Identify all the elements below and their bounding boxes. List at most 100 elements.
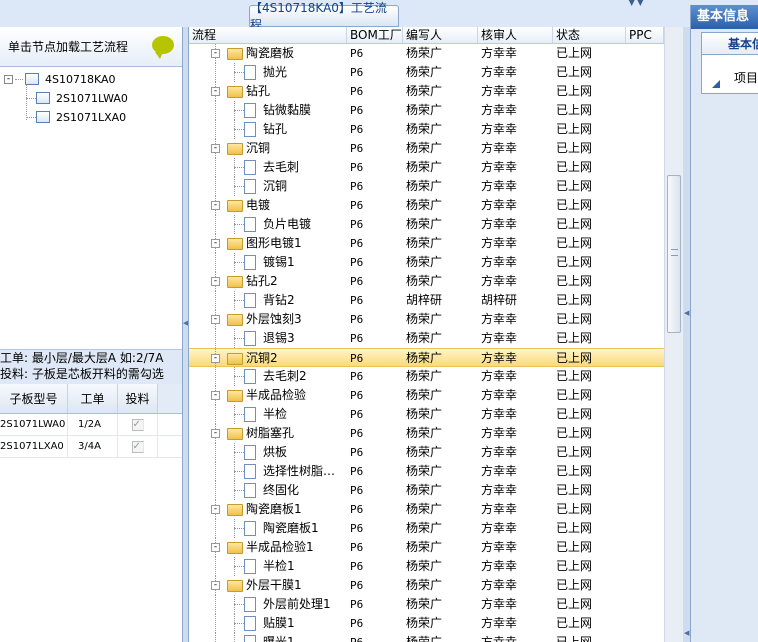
flow-cell: 去毛刺2 (189, 367, 347, 386)
expand-toggle-icon[interactable]: - (211, 201, 220, 210)
table-row[interactable]: 镀锡1 P6 杨荣广 方幸幸 已上网 (189, 253, 664, 272)
expand-toggle-icon[interactable]: - (211, 277, 220, 286)
expand-toggle-icon[interactable]: - (211, 429, 220, 438)
tree-node-child[interactable]: 2S1071LXA0 (26, 108, 126, 126)
table-row[interactable]: 半检1 P6 杨荣广 方幸幸 已上网 (189, 557, 664, 576)
expand-toggle-icon[interactable]: - (211, 505, 220, 514)
column-header-bom[interactable]: BOM工厂 (347, 27, 403, 43)
process-title-tab[interactable]: 【4S10718KA0】工艺流程 (249, 1, 399, 32)
expand-toggle-icon[interactable]: - (211, 391, 220, 400)
flow-step-label: 负片电镀 (263, 217, 312, 231)
reviewer-cell: 方幸幸 (481, 559, 518, 573)
tree-connector (215, 253, 216, 272)
flow-step-label: 半检 (263, 407, 288, 421)
order-cell[interactable]: 3/4A (68, 436, 118, 457)
table-row[interactable]: - 外层干膜1 P6 杨荣广 方幸幸 已上网 (189, 576, 664, 595)
status-cell: 已上网 (556, 179, 593, 193)
tree-node-root[interactable]: - 4S10718KA0 (4, 70, 116, 88)
table-row[interactable]: - 沉铜2 P6 杨荣广 方幸幸 已上网 (189, 348, 664, 367)
column-header[interactable]: 投料 (118, 384, 158, 413)
table-row[interactable]: - 钻孔2 P6 杨荣广 方幸幸 已上网 (189, 272, 664, 291)
reviewer-cell: 方幸幸 (481, 635, 518, 642)
column-header-status[interactable]: 状态 (553, 27, 626, 43)
table-row[interactable]: - 图形电镀1 P6 杨荣广 方幸幸 已上网 (189, 234, 664, 253)
tree-node-child[interactable]: 2S1071LWA0 (26, 89, 128, 107)
table-row[interactable]: 选择性树脂… P6 杨荣广 方幸幸 已上网 (189, 462, 664, 481)
expand-toggle-icon[interactable]: - (211, 87, 220, 96)
table-row[interactable]: - 陶瓷磨板 P6 杨荣广 方幸幸 已上网 (189, 44, 664, 63)
table-row[interactable]: 抛光 P6 杨荣广 方幸幸 已上网 (189, 63, 664, 82)
table-row[interactable]: - 钻孔 P6 杨荣广 方幸幸 已上网 (189, 82, 664, 101)
writer-cell: 杨荣广 (406, 407, 443, 421)
table-row[interactable]: 退锡3 P6 杨荣广 方幸幸 已上网 (189, 329, 664, 348)
table-row[interactable]: 负片电镀 P6 杨荣广 方幸幸 已上网 (189, 215, 664, 234)
column-header[interactable]: 子板型号 (0, 384, 68, 413)
table-row[interactable]: 沉铜 P6 杨荣广 方幸幸 已上网 (189, 177, 664, 196)
column-header-flow[interactable]: 流程 (189, 27, 347, 43)
flow-step-label: 外层前处理1 (263, 597, 331, 611)
column-header-ppc[interactable]: PPC (626, 27, 664, 43)
table-row[interactable]: 烘板 P6 杨荣广 方幸幸 已上网 (189, 443, 664, 462)
flow-step-label: 外层干膜1 (246, 578, 302, 592)
tree-connector (215, 557, 216, 576)
table-row[interactable]: - 外层蚀刻3 P6 杨荣广 方幸幸 已上网 (189, 310, 664, 329)
order-cell[interactable]: 1/2A (68, 414, 118, 435)
collapse-arrows-icon[interactable]: ▼ ▼ (596, 0, 676, 7)
expand-toggle-icon[interactable]: - (211, 543, 220, 552)
feed-checkbox[interactable]: ✓ (131, 440, 144, 453)
bom-factory-cell: P6 (350, 352, 364, 365)
table-row[interactable]: 钻孔 P6 杨荣广 方幸幸 已上网 (189, 120, 664, 139)
flow-step-label: 选择性树脂… (263, 464, 336, 478)
right-splitter[interactable]: ◀ ◀ (683, 27, 690, 642)
tree-connector (234, 224, 244, 225)
expand-toggle-icon[interactable]: - (211, 239, 220, 248)
table-row[interactable]: 曝光1 P6杨荣广 方幸幸 已上网 (189, 633, 664, 642)
table-row[interactable]: 终固化 P6 杨荣广 方幸幸 已上网 (189, 481, 664, 500)
table-row[interactable]: 钻微黏膜 P6 杨荣广 方幸幸 已上网 (189, 101, 664, 120)
table-row[interactable]: 去毛刺2 P6 杨荣广 方幸幸 已上网 (189, 367, 664, 386)
table-row[interactable]: 贴膜1 P6 杨荣广 方幸幸 已上网 (189, 614, 664, 633)
reviewer-cell: 方幸幸 (481, 160, 518, 174)
grid-body: - 陶瓷磨板 P6 杨荣广 方幸幸 已上网 抛光 P6 杨荣广 方幸幸 已上网 - 钻孔 P6 杨荣广 方幸幸… (189, 44, 664, 642)
table-row[interactable]: 陶瓷磨板1 P6 杨荣广 方幸幸 已上网 (189, 519, 664, 538)
flow-cell: 镀锡1 (189, 253, 347, 272)
ppc-cell (626, 63, 664, 82)
status-cell: 已上网 (556, 46, 593, 60)
table-row[interactable]: - 电镀 P6 杨荣广 方幸幸 已上网 (189, 196, 664, 215)
column-header[interactable]: 工单 (68, 384, 118, 413)
expand-toggle-icon[interactable]: - (211, 144, 220, 153)
ppc-cell (626, 443, 664, 462)
table-row[interactable]: 2S1071LXA0 3/4A ✓ (0, 436, 182, 458)
scrollbar-thumb[interactable] (667, 175, 681, 333)
table-row[interactable]: - 沉铜 P6 杨荣广 方幸幸 已上网 (189, 139, 664, 158)
table-row[interactable]: 外层前处理1 P6 杨荣广 方幸幸 已上网 (189, 595, 664, 614)
table-row[interactable]: - 陶瓷磨板1 P6 杨荣广 方幸幸 已上网 (189, 500, 664, 519)
expand-toggle-icon[interactable]: - (211, 581, 220, 590)
table-row[interactable]: - 半成品检验 P6 杨荣广 方幸幸 已上网 (189, 386, 664, 405)
collapse-right-icon[interactable]: ◀ (684, 310, 689, 317)
speech-bubble-icon (152, 36, 174, 59)
column-header-reviewer[interactable]: 核审人 (478, 27, 553, 43)
node-icon (36, 111, 50, 123)
expand-toggle-icon[interactable]: - (211, 354, 220, 363)
feed-checkbox[interactable]: ✓ (131, 418, 144, 431)
table-row[interactable]: - 半成品检验1 P6 杨荣广 方幸幸 已上网 (189, 538, 664, 557)
expand-toggle-icon[interactable]: - (211, 315, 220, 324)
tree-connector (234, 566, 244, 567)
folder-icon (227, 143, 243, 155)
flow-step-label: 贴膜1 (263, 616, 295, 630)
table-row[interactable]: 去毛刺 P6 杨荣广 方幸幸 已上网 (189, 158, 664, 177)
tab-basic-info[interactable]: 基本信 (701, 32, 758, 54)
tree-collapse-toggle[interactable]: - (4, 74, 13, 84)
table-row[interactable]: - 树脂塞孔 P6 杨荣广 方幸幸 已上网 (189, 424, 664, 443)
vertical-scrollbar[interactable] (664, 27, 683, 642)
column-header-writer[interactable]: 编写人 (403, 27, 478, 43)
bom-factory-cell: P6 (350, 503, 364, 516)
table-row[interactable]: 2S1071LWA0 1/2A ✓ (0, 414, 182, 436)
table-row[interactable]: 背钻2 P6 胡梓研 胡梓研 已上网 (189, 291, 664, 310)
tree-connector (15, 78, 23, 80)
collapse-right-icon[interactable]: ◀ (684, 630, 689, 637)
folder-icon (227, 314, 243, 326)
table-row[interactable]: 半检 P6 杨荣广 方幸幸 已上网 (189, 405, 664, 424)
expand-toggle-icon[interactable]: - (211, 49, 220, 58)
